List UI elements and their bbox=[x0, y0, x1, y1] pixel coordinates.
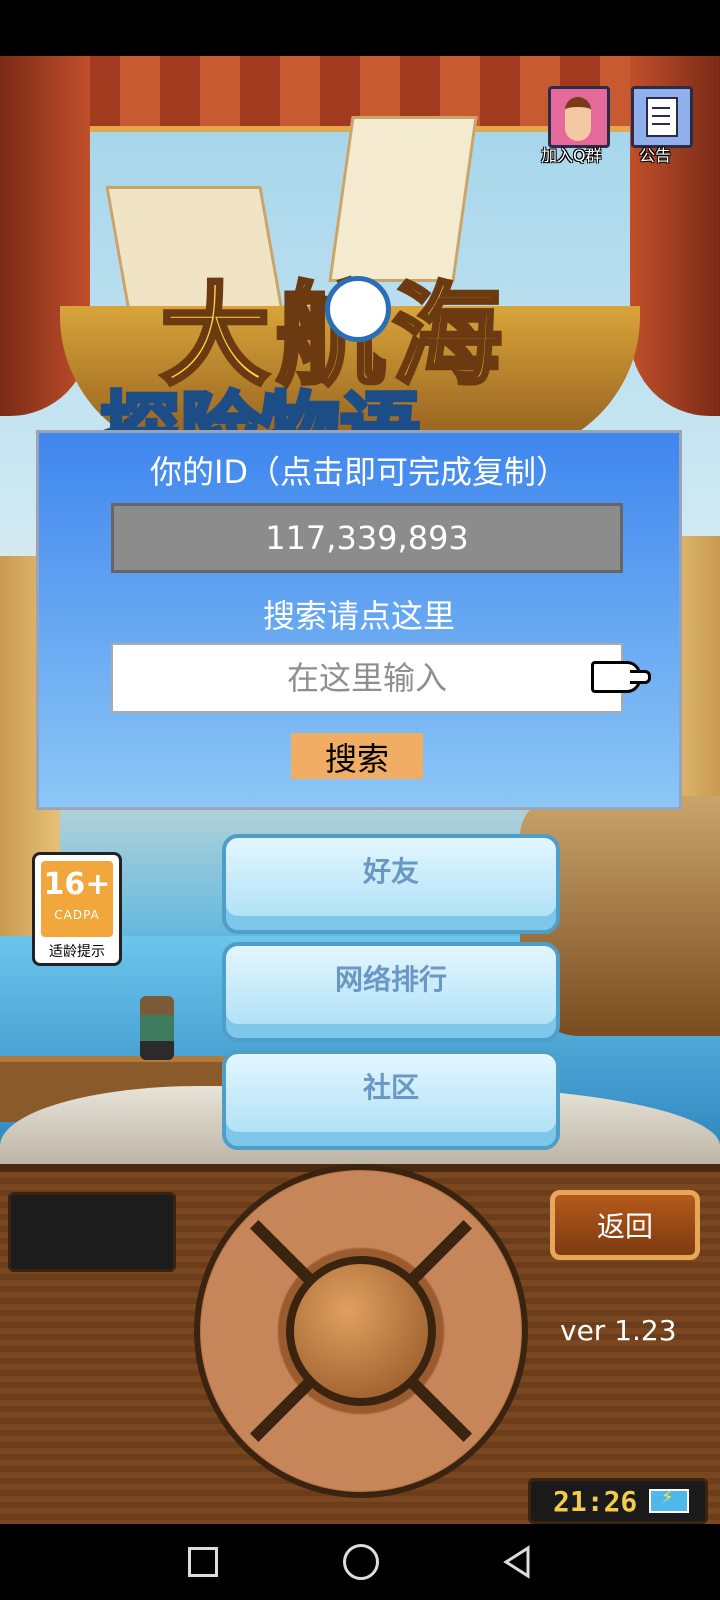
dpad-center-button[interactable] bbox=[286, 1256, 436, 1406]
back-button[interactable]: 返回 bbox=[550, 1190, 700, 1260]
game-logo: 大航海 探险物语 bbox=[90, 216, 610, 479]
notice-label: 公告 bbox=[639, 146, 672, 165]
id-search-dialog: 你的ID（点击即可完成复制） 117,339,893 搜索请点这里 搜索 bbox=[36, 430, 682, 810]
qq-group-button[interactable] bbox=[548, 86, 610, 148]
recent-apps-square-icon[interactable] bbox=[188, 1547, 218, 1577]
clock-display: 21:26 bbox=[528, 1478, 708, 1524]
status-bar-area bbox=[0, 0, 720, 56]
ranking-button-label: 网络排行 bbox=[334, 963, 447, 996]
id-title: 你的ID（点击即可完成复制） bbox=[149, 453, 569, 491]
friends-button-label: 好友 bbox=[362, 855, 419, 888]
age-rating-number: 16+ bbox=[43, 867, 111, 902]
home-circle-icon[interactable] bbox=[343, 1544, 379, 1580]
qq-group-label: 加入Q群 bbox=[541, 146, 602, 165]
girl-avatar-icon bbox=[565, 97, 591, 141]
age-rating-org: CADPA bbox=[54, 908, 100, 922]
ranking-button[interactable]: 网络排行 bbox=[222, 942, 560, 1042]
back-triangle-icon[interactable] bbox=[500, 1544, 536, 1580]
community-button[interactable]: 社区 bbox=[222, 1050, 560, 1150]
version-label: ver 1.23 bbox=[560, 1314, 677, 1347]
control-panel: 返回 ver 1.23 21:26 bbox=[0, 1164, 720, 1532]
id-copy-box[interactable]: 117,339,893 bbox=[111, 503, 623, 573]
age-rating-inner: 16+ CADPA bbox=[41, 861, 113, 937]
friends-button[interactable]: 好友 bbox=[222, 834, 560, 934]
mini-screen bbox=[8, 1192, 176, 1272]
document-icon bbox=[646, 97, 678, 137]
age-rating-tip: 适龄提示 bbox=[49, 944, 105, 960]
notice-button[interactable] bbox=[631, 86, 693, 148]
community-button-label: 社区 bbox=[362, 1071, 419, 1104]
search-button[interactable]: 搜索 bbox=[291, 733, 423, 779]
compass-icon bbox=[325, 276, 391, 342]
clock-time: 21:26 bbox=[553, 1485, 638, 1518]
age-rating-badge: 16+ CADPA 适龄提示 bbox=[32, 852, 122, 966]
battery-charging-icon bbox=[649, 1487, 689, 1513]
pirate-character bbox=[140, 996, 174, 1060]
dpad[interactable] bbox=[194, 1164, 528, 1498]
navigation-bar bbox=[0, 1524, 720, 1600]
pointing-hand-icon bbox=[591, 661, 651, 693]
search-input[interactable] bbox=[111, 643, 623, 713]
search-title: 搜索请点这里 bbox=[262, 597, 455, 635]
